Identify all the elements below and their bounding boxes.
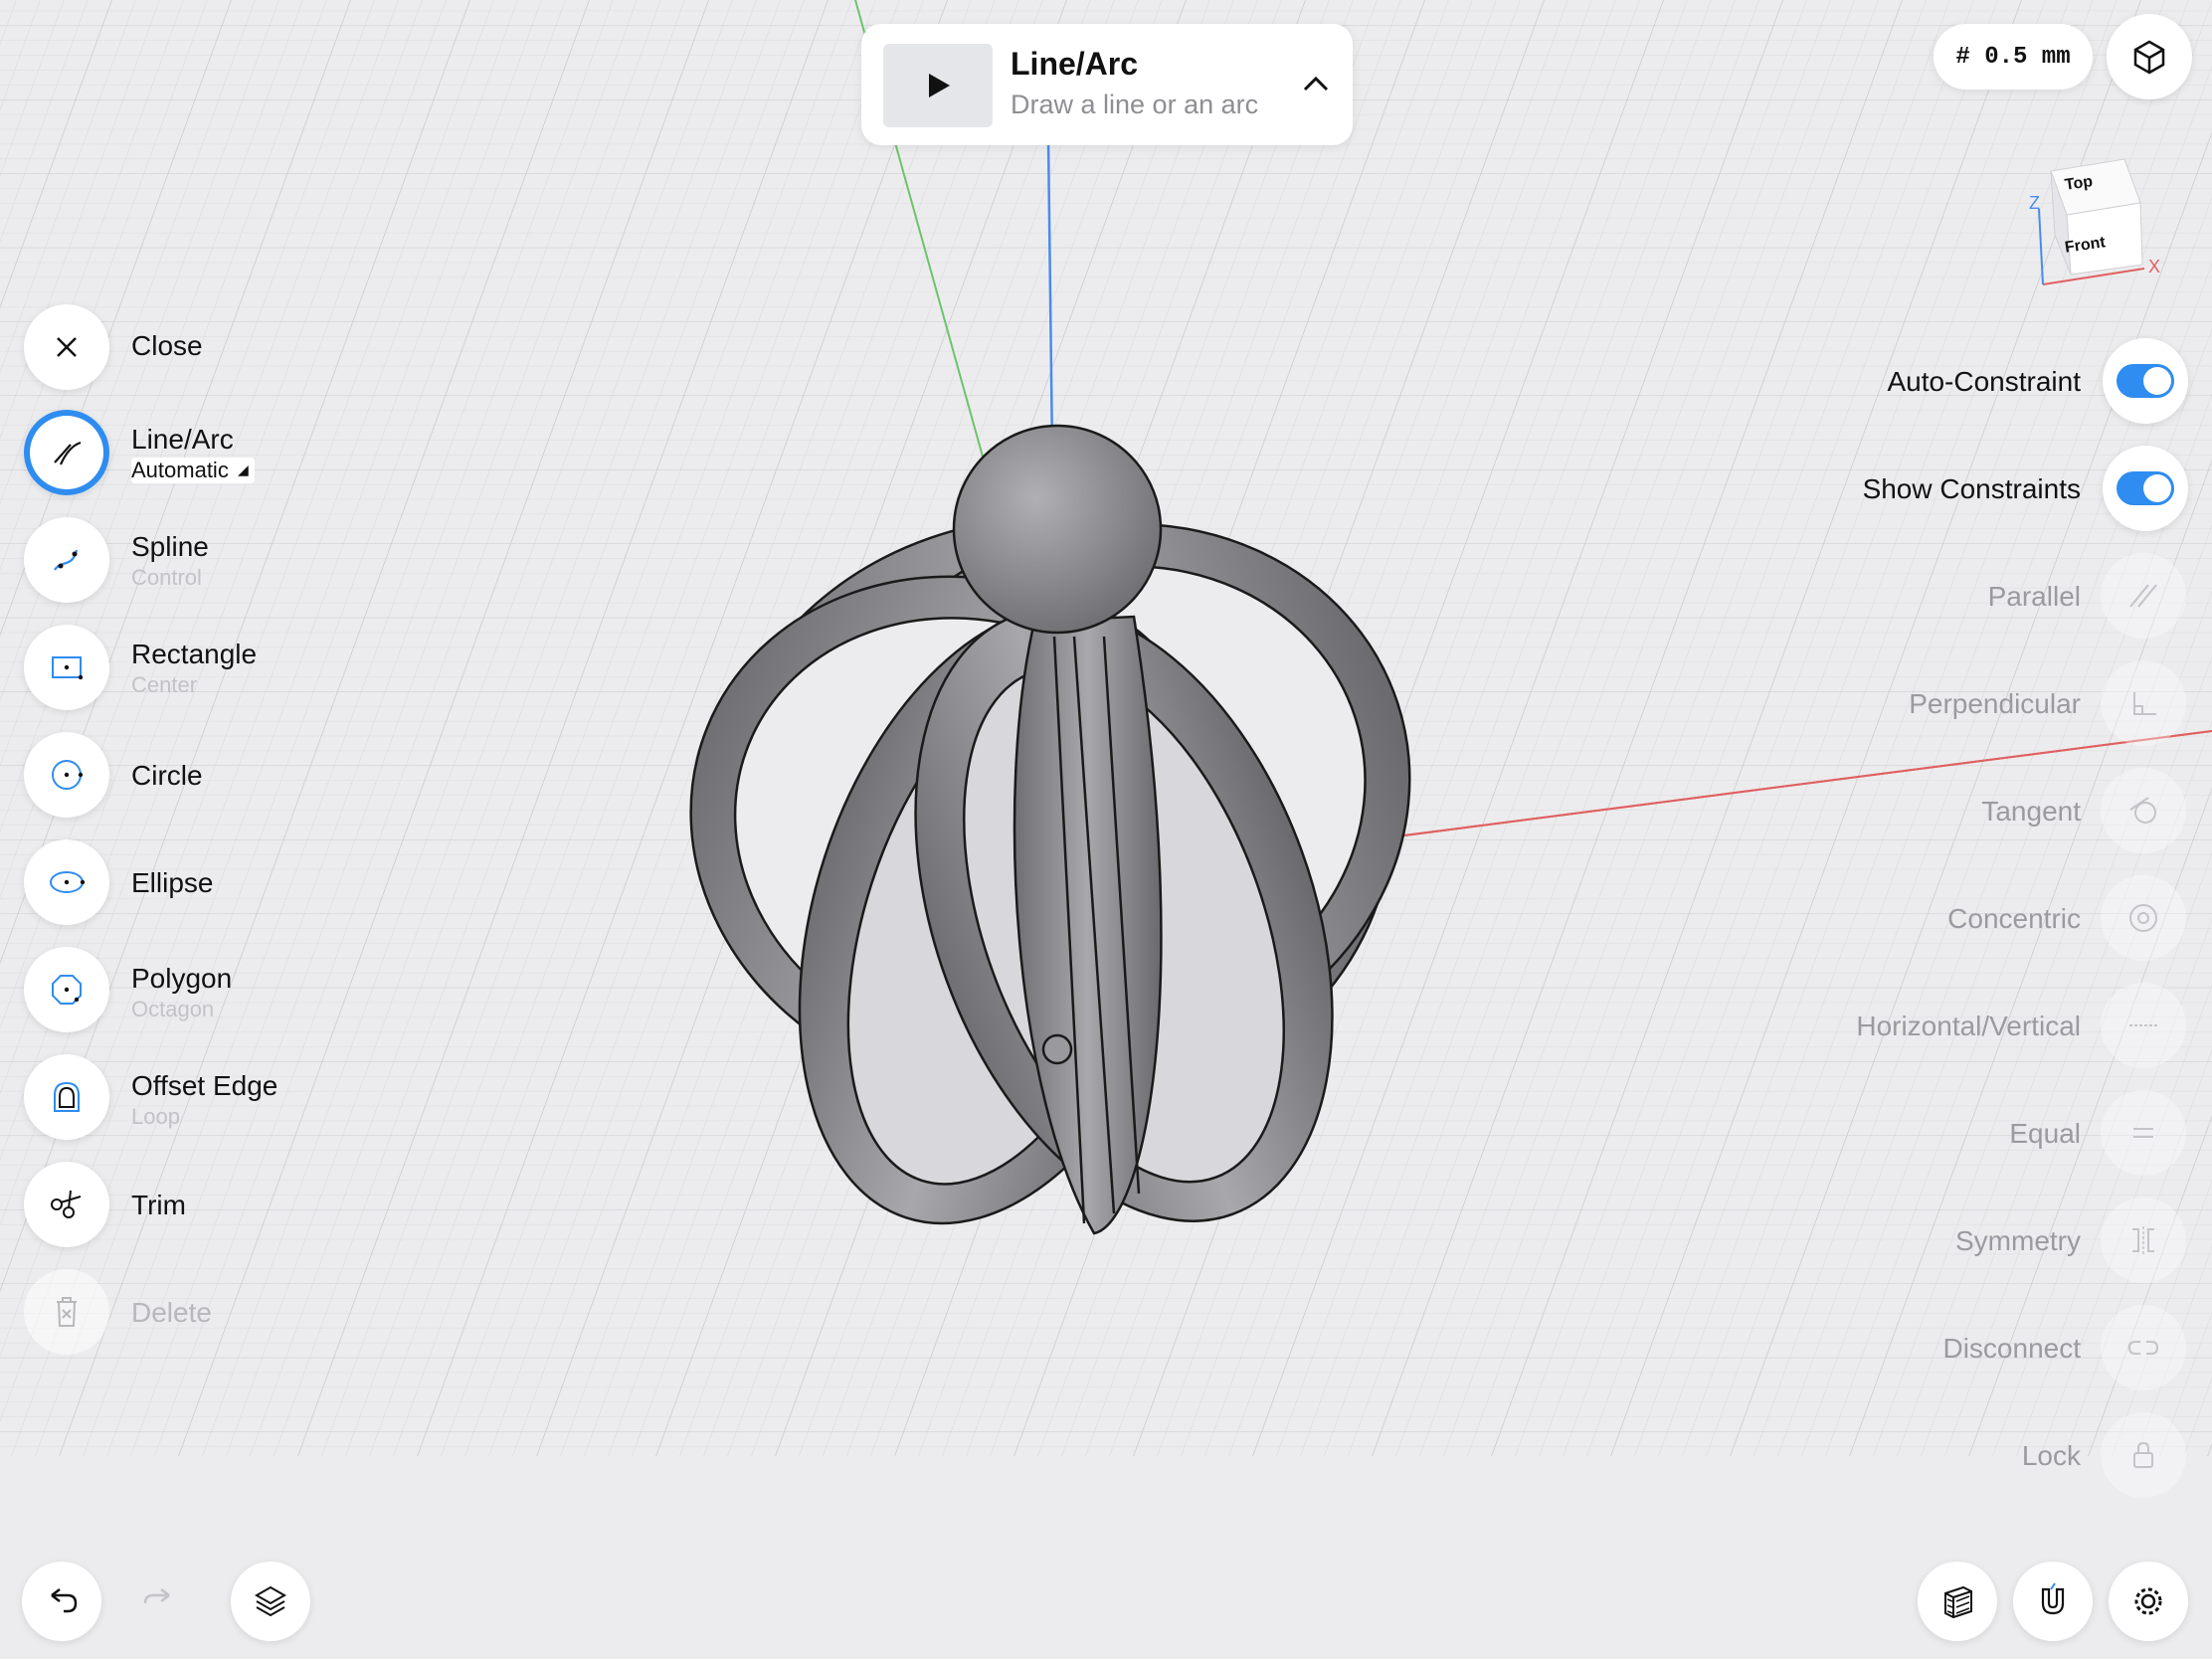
- circle-tool-button[interactable]: [24, 732, 109, 818]
- line-arc-icon: [54, 441, 82, 465]
- rectangle-icon: [52, 656, 84, 680]
- trim-icon: [51, 1190, 82, 1218]
- offset-edge-label[interactable]: Offset Edge: [131, 1070, 277, 1102]
- grid-size-label: # 0.5 mm: [1955, 43, 2071, 71]
- parallel-label[interactable]: Parallel: [1988, 581, 2081, 613]
- axis-z-label: Z: [2029, 193, 2040, 213]
- disconnect-button[interactable]: [2101, 1305, 2186, 1390]
- parallel-button[interactable]: [2101, 553, 2186, 639]
- horizontal-vertical-label[interactable]: Horizontal/Vertical: [1856, 1011, 2081, 1042]
- close-label[interactable]: Close: [131, 330, 203, 362]
- lock-label[interactable]: Lock: [2022, 1440, 2081, 1472]
- line-arc-label[interactable]: Line/Arc: [131, 424, 234, 456]
- delete-tool-button[interactable]: [24, 1269, 109, 1355]
- concentric-icon: [2129, 904, 2157, 932]
- rectangle-mode-label[interactable]: Center: [131, 672, 197, 698]
- perpendicular-button[interactable]: [2101, 660, 2186, 746]
- line-arc-mode-dropdown[interactable]: Automatic ◢: [131, 458, 255, 483]
- polygon-tool-button[interactable]: [24, 947, 109, 1032]
- view-options-button[interactable]: [2107, 14, 2192, 99]
- perpendicular-label[interactable]: Perpendicular: [1909, 688, 2081, 720]
- symmetry-label[interactable]: Symmetry: [1955, 1225, 2081, 1257]
- ellipse-icon: [50, 871, 86, 893]
- ellipse-tool-button[interactable]: [24, 839, 109, 925]
- close-button[interactable]: [24, 304, 109, 390]
- top-sphere: [952, 424, 1163, 635]
- dropdown-triangle-icon: ◢: [238, 461, 249, 477]
- lock-icon: [2133, 1441, 2153, 1468]
- close-icon: [57, 337, 77, 357]
- auto-constraint-label: Auto-Constraint: [1887, 366, 2081, 397]
- chevron-up-icon[interactable]: [1301, 72, 1331, 95]
- polygon-icon: [52, 975, 82, 1005]
- play-icon: [929, 74, 950, 97]
- trim-label[interactable]: Trim: [131, 1190, 186, 1221]
- tangent-button[interactable]: [2101, 768, 2186, 853]
- show-constraints-toggle[interactable]: [2117, 471, 2174, 505]
- horizontal-vertical-icon: [2129, 1024, 2157, 1026]
- tool-hint-card[interactable]: Line/Arc Draw a line or an arc: [861, 24, 1353, 145]
- offset-edge-mode-label[interactable]: Loop: [131, 1104, 180, 1130]
- section-view-button[interactable]: [1918, 1562, 1997, 1641]
- symmetry-button[interactable]: [2101, 1198, 2186, 1283]
- horizontal-vertical-button[interactable]: [2101, 983, 2186, 1068]
- view-cube[interactable]: Top Front X Z: [2025, 149, 2164, 288]
- polygon-label[interactable]: Polygon: [131, 963, 232, 995]
- layers-icon: [254, 1585, 287, 1617]
- tool-hint-subtitle: Draw a line or an arc: [1011, 90, 1259, 119]
- circle-icon: [52, 760, 84, 790]
- line-arc-mode-label: Automatic: [131, 458, 229, 482]
- axis-x-label: X: [2148, 257, 2161, 276]
- undo-button[interactable]: [22, 1562, 101, 1641]
- tool-hint-title: Line/Arc: [1011, 46, 1139, 82]
- concentric-label[interactable]: Concentric: [1947, 903, 2081, 935]
- show-constraints-toggle-button[interactable]: [2103, 446, 2188, 531]
- redo-button[interactable]: [119, 1562, 199, 1641]
- tutorial-video-thumbnail[interactable]: [883, 44, 993, 127]
- equal-button[interactable]: [2101, 1090, 2186, 1176]
- circle-label[interactable]: Circle: [131, 760, 203, 792]
- trim-tool-button[interactable]: [24, 1162, 109, 1247]
- disconnect-icon: [2127, 1341, 2159, 1355]
- polygon-mode-label[interactable]: Octagon: [131, 997, 214, 1022]
- concentric-button[interactable]: [2101, 875, 2186, 961]
- offset-edge-icon: [54, 1081, 80, 1112]
- parallel-icon: [2129, 584, 2157, 608]
- perpendicular-icon: [2133, 692, 2156, 715]
- lock-button[interactable]: [2101, 1412, 2186, 1498]
- delete-icon: [57, 1297, 77, 1327]
- snap-magnet-icon: [2041, 1582, 2065, 1615]
- equal-icon: [2133, 1128, 2153, 1138]
- spline-icon: [54, 549, 79, 571]
- settings-gear-icon: [2134, 1587, 2162, 1615]
- spline-tool-button[interactable]: [24, 517, 109, 603]
- auto-constraint-toggle-button[interactable]: [2103, 338, 2188, 424]
- grid-size-pill[interactable]: # 0.5 mm: [1934, 24, 2093, 90]
- tangent-icon: [2129, 797, 2156, 824]
- spline-label[interactable]: Spline: [131, 531, 209, 563]
- offset-edge-tool-button[interactable]: [24, 1054, 109, 1140]
- layers-button[interactable]: [231, 1562, 310, 1641]
- 3d-viewport[interactable]: [0, 0, 2212, 1659]
- disconnect-label[interactable]: Disconnect: [1942, 1333, 2081, 1365]
- rectangle-tool-button[interactable]: [24, 625, 109, 710]
- equal-label[interactable]: Equal: [2009, 1118, 2081, 1150]
- spline-mode-label[interactable]: Control: [131, 565, 202, 591]
- auto-constraint-toggle[interactable]: [2117, 364, 2174, 398]
- snap-button[interactable]: [2013, 1562, 2093, 1641]
- cube-view-icon: [2133, 40, 2165, 75]
- symmetry-icon: [2132, 1226, 2154, 1254]
- settings-button[interactable]: [2109, 1562, 2188, 1641]
- redo-icon: [143, 1588, 170, 1604]
- tangent-label[interactable]: Tangent: [1981, 796, 2081, 828]
- section-view-icon: [1944, 1585, 1972, 1619]
- ellipse-label[interactable]: Ellipse: [131, 867, 213, 899]
- delete-label[interactable]: Delete: [131, 1297, 212, 1329]
- rectangle-label[interactable]: Rectangle: [131, 639, 257, 670]
- show-constraints-label: Show Constraints: [1862, 473, 2081, 504]
- line-arc-tool-button[interactable]: [24, 410, 109, 495]
- undo-icon: [51, 1588, 78, 1613]
